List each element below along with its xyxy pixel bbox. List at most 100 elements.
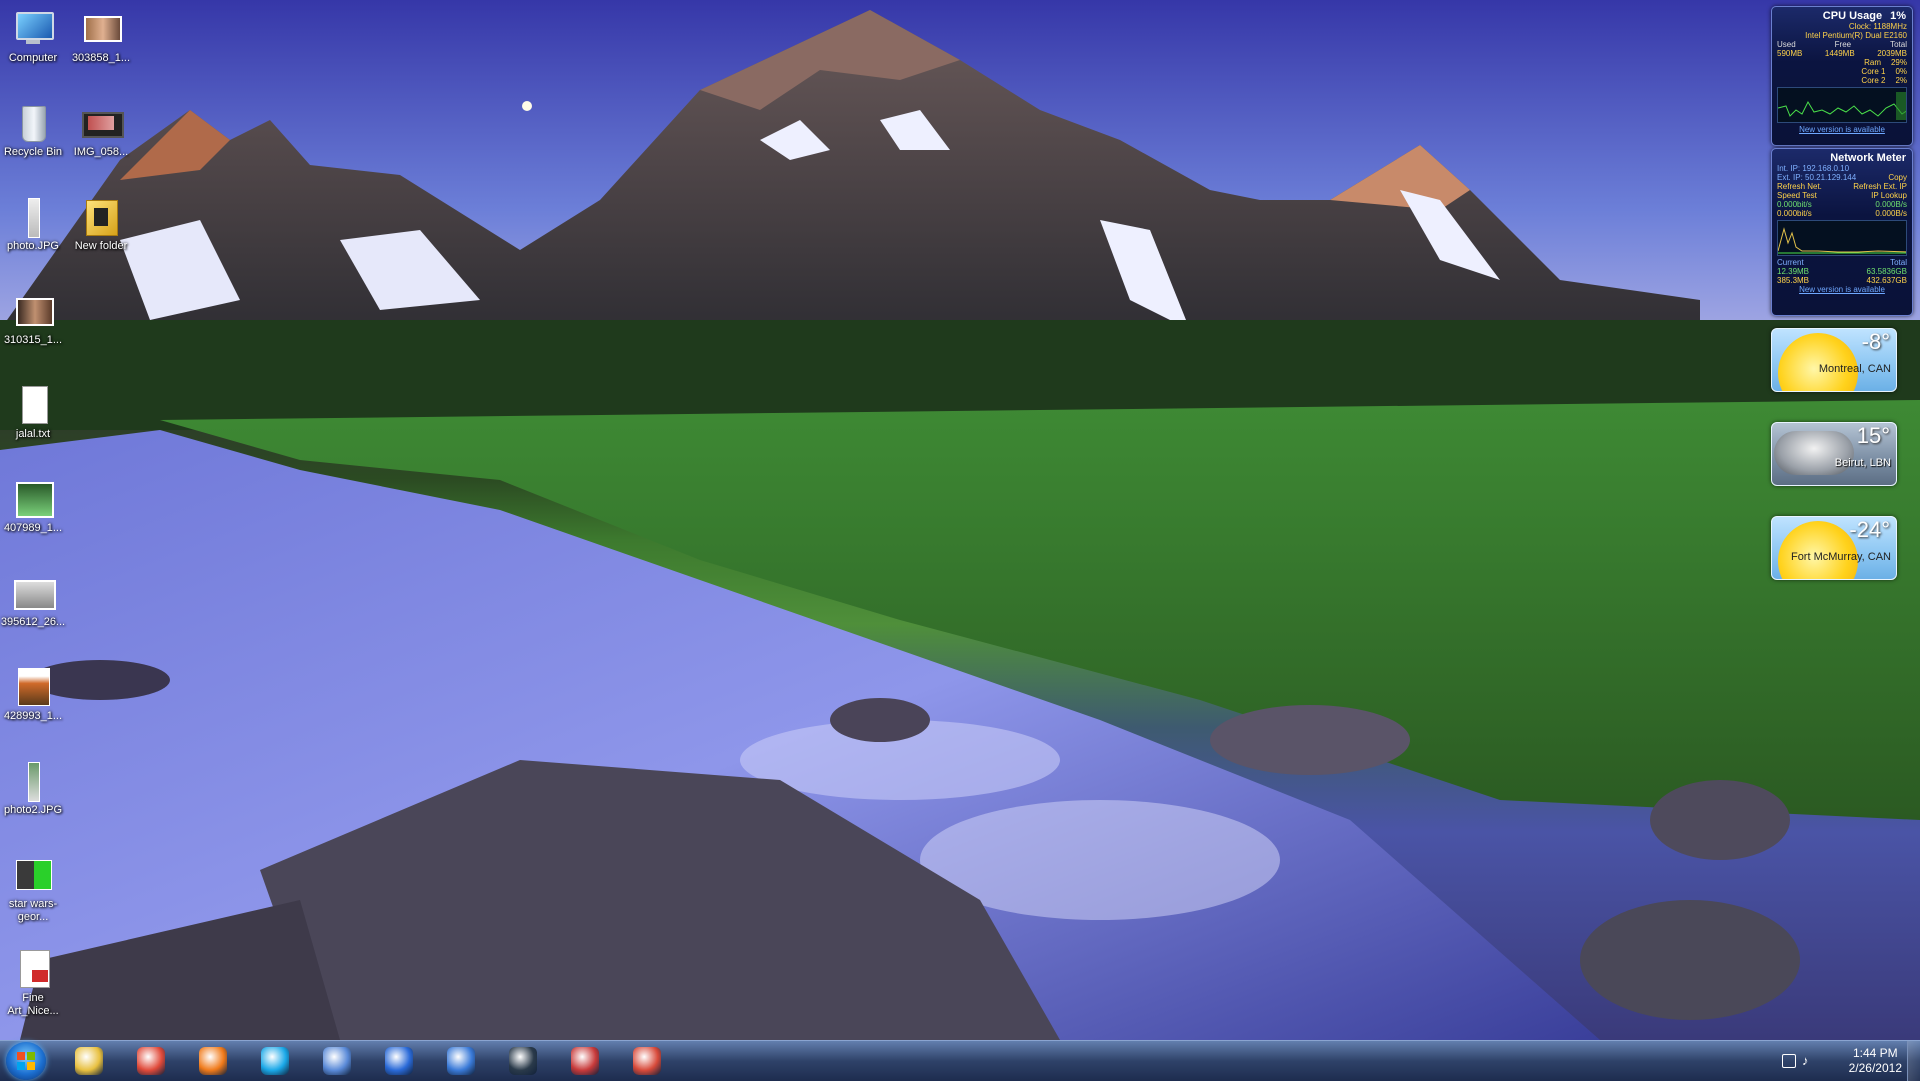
taskbar-messenger-button[interactable] [310,1044,364,1078]
desktop-icon-star-wars[interactable]: star wars-geor... [0,854,70,924]
desktop-icon-label: star wars-geor... [8,898,58,923]
desktop-icon-label: 395612_26... [0,616,66,628]
desktop-icon-label: Fine Art_Nice... [7,992,59,1017]
desktop-icon-computer[interactable]: Computer [0,8,70,65]
network-meter-gadget[interactable]: Network Meter Int. IP: 192.168.0.10 Ext.… [1771,148,1913,316]
total-download: 432.637GB [1866,276,1907,285]
core1-value: 0% [1895,67,1907,76]
app-icon [633,1047,661,1075]
weather-temperature: -24° [1849,517,1890,542]
network-graph [1777,220,1907,256]
taskbar-itunes-button[interactable] [372,1044,426,1078]
mem-used-header: Used [1777,40,1796,49]
refresh-net-link[interactable]: Refresh Net. [1777,182,1822,191]
total-label: Total [1890,258,1907,267]
desktop-icon-jalal-txt[interactable]: jalal.txt [0,384,70,441]
desktop-icon-label: jalal.txt [15,428,51,440]
image-file-icon [12,478,54,520]
refresh-ext-ip-link[interactable]: Refresh Ext. IP [1853,182,1907,191]
desktop-icon-img058[interactable]: IMG_058... [64,102,138,159]
folder-icon [80,196,122,238]
firefox-icon [199,1047,227,1075]
desktop-icon-label: New folder [74,240,128,252]
taskbar-google-chrome-button[interactable] [124,1044,178,1078]
desktop-icon-new-folder[interactable]: New folder [64,196,138,253]
volume-icon[interactable]: ♪ [1802,1053,1809,1068]
weather-gadget-fort-mcmurray[interactable]: -24° Fort McMurray, CAN [1771,516,1897,580]
weather-city: Fort McMurray, CAN [1790,551,1891,563]
network-update-link[interactable]: New version is available [1772,285,1912,294]
image-file-icon [12,760,54,802]
desktop-icon-label: 407989_1... [3,522,63,534]
current-download: 385.3MB [1777,276,1810,285]
desktop-icon-recycle-bin[interactable]: Recycle Bin [0,102,70,159]
taskbar-firefox-button[interactable] [186,1044,240,1078]
speed-test-link[interactable]: Speed Test [1777,191,1817,200]
desktop-wallpaper [0,0,1920,1040]
ip-lookup-link[interactable]: IP Lookup [1871,191,1907,200]
current-upload: 12.39MB [1777,267,1810,276]
mem-free-header: Free [1834,40,1852,49]
desktop-icon-label: 310315_1... [3,334,63,346]
taskbar-app-button[interactable] [620,1044,674,1078]
desktop-icon-428993[interactable]: 428993_1... [0,666,70,723]
desktop-icon-label: 303858_1... [71,52,131,64]
taskbar-notepad-button[interactable] [558,1044,612,1078]
desktop-icon-label: IMG_058... [73,146,129,158]
computer-icon [12,8,54,50]
steam-icon [509,1047,537,1075]
network-gadget-title: Network Meter [1830,152,1906,164]
notepad-icon [571,1047,599,1075]
action-center-icon[interactable] [1782,1054,1796,1068]
taskbar-windows-explorer-button[interactable] [62,1044,116,1078]
desktop-icon-label: photo.JPG [7,240,59,252]
recycle-bin-icon [12,102,54,144]
image-file-icon [12,572,56,614]
mem-used: 590MB [1777,49,1803,58]
weather-gadget-montreal[interactable]: -8° Montreal, CAN [1771,328,1897,392]
cpu-usage-value: 1% [1890,10,1906,22]
core2-value: 2% [1895,76,1907,85]
mem-free: 1449MB [1824,49,1855,58]
desktop-icon-407989[interactable]: 407989_1... [0,478,70,535]
desktop-icon-310315[interactable]: 310315_1... [0,290,70,347]
desktop-icon-fine-art[interactable]: Fine Art_Nice... [0,948,70,1018]
weather-gadget-beirut[interactable]: 15° Beirut, LBN [1771,422,1897,486]
desktop-icon-photo[interactable]: photo.JPG [0,196,70,253]
image-file-icon [12,290,54,332]
desktop-icon-photo2[interactable]: photo2.JPG [0,760,70,817]
system-tray: ♪ 1:44 PM 2/26/2012 [1770,1041,1920,1081]
image-file-icon [12,666,54,708]
show-desktop-button[interactable] [1907,1041,1920,1081]
download-rate-bytes: 0.000B/s [1875,209,1907,218]
cpu-gadget-title: CPU Usage [1822,10,1883,22]
start-button[interactable] [6,1042,46,1080]
desktop-icon-label: Recycle Bin [3,146,63,158]
windows-logo-icon [17,1052,35,1070]
current-label: Current [1777,258,1804,267]
pdf-file-icon [12,948,54,990]
clock-time: 1:44 PM [1852,1046,1898,1060]
weather-temperature: -8° [1861,329,1890,354]
ram-value: 29% [1890,58,1907,67]
desktop-icon-395612[interactable]: 395612_26... [0,572,70,629]
weather-temperature: 15° [1856,423,1890,448]
weather-city: Montreal, CAN [1818,363,1891,375]
desktop-icon-303858[interactable]: 303858_1... [64,8,138,65]
taskbar-google-earth-button[interactable] [434,1044,488,1078]
upload-rate-bytes: 0.000B/s [1875,200,1907,209]
ram-label: Ram [1864,58,1881,67]
cpu-usage-gadget[interactable]: CPU Usage 1% Clock: 1188MHz Intel Pentiu… [1771,6,1913,146]
mem-total-header: Total [1890,40,1907,49]
google-chrome-icon [137,1047,165,1075]
clock[interactable]: 1:44 PM 2/26/2012 [1849,1046,1902,1076]
image-file-icon [12,854,54,896]
mem-total: 2039MB [1877,49,1907,58]
taskbar-skype-button[interactable] [248,1044,302,1078]
download-rate-bits: 0.000bit/s [1777,209,1812,218]
cpu-update-link[interactable]: New version is available [1772,125,1912,134]
skype-icon [261,1047,289,1075]
taskbar-steam-button[interactable] [496,1044,550,1078]
copy-link[interactable]: Copy [1888,173,1907,182]
clock-date: 2/26/2012 [1848,1061,1902,1075]
